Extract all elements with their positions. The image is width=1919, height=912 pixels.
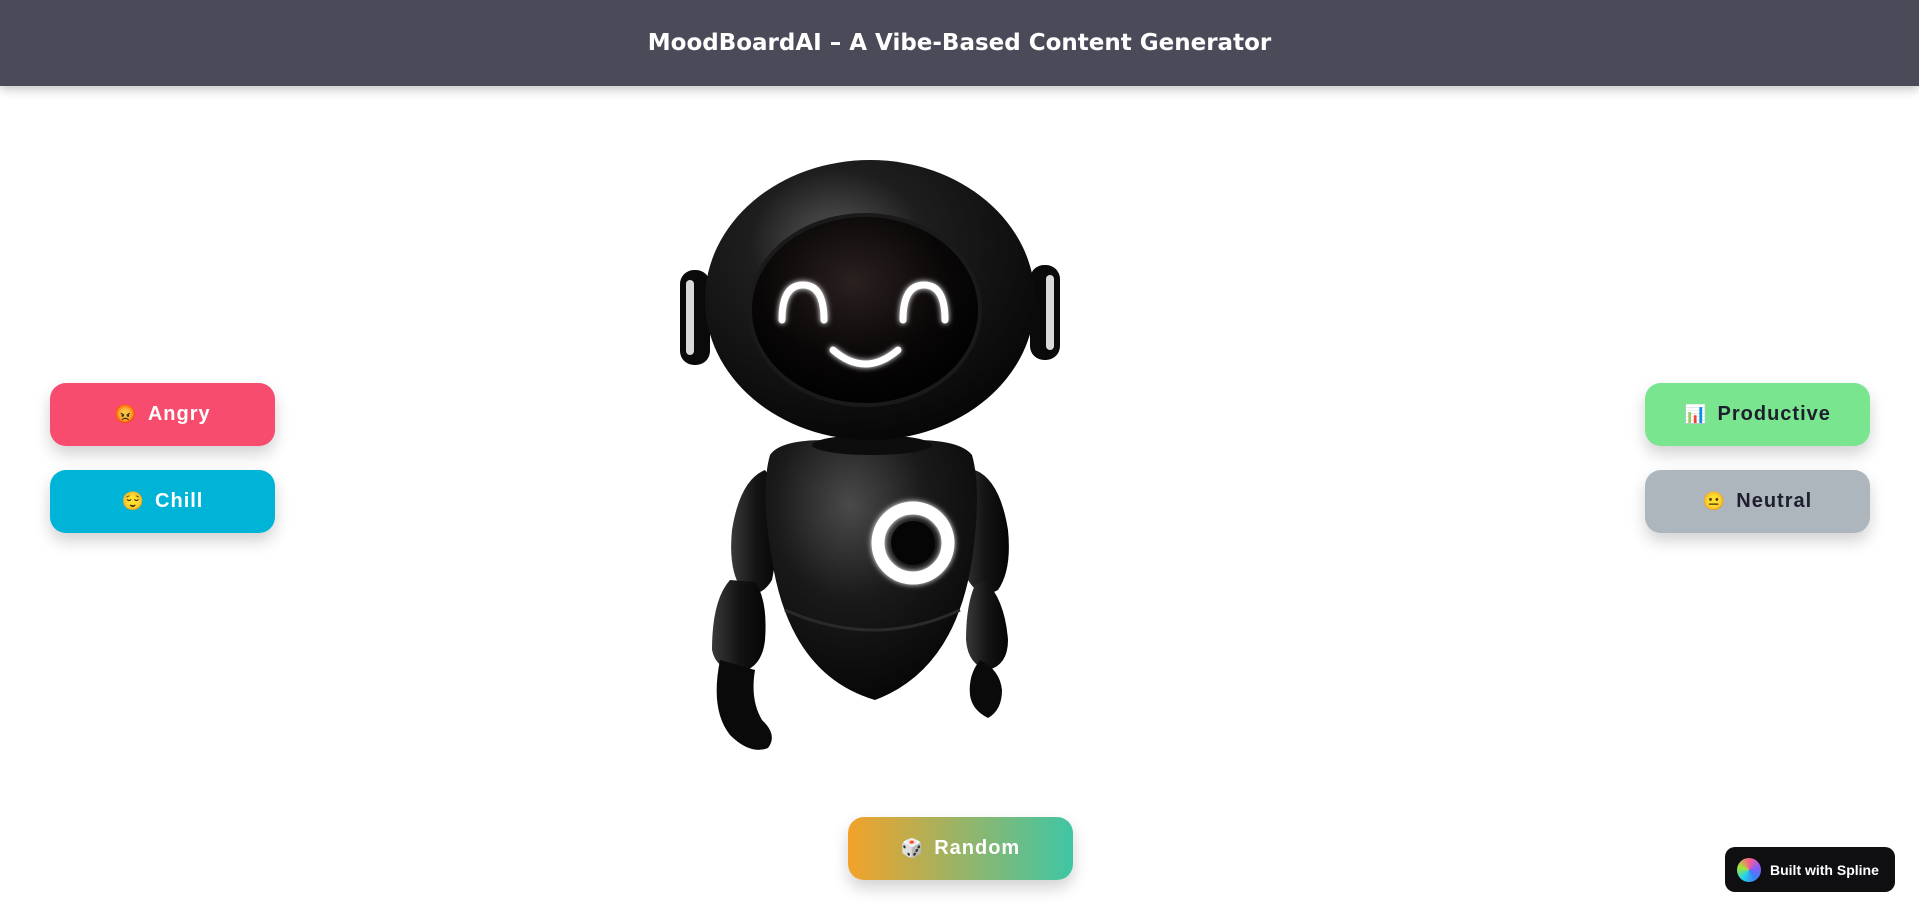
app-header: MoodBoardAI – A Vibe-Based Content Gener… bbox=[0, 0, 1919, 86]
angry-face-icon: 😡 bbox=[114, 404, 138, 424]
page-title: MoodBoardAI – A Vibe-Based Content Gener… bbox=[647, 30, 1272, 56]
chill-label: Chill bbox=[155, 490, 204, 512]
robot-body bbox=[765, 440, 977, 700]
neutral-face-icon: 😐 bbox=[1702, 491, 1727, 511]
robot-3d-scene[interactable] bbox=[650, 150, 1090, 760]
spline-badge-label: Built with Spline bbox=[1770, 861, 1879, 878]
relieved-face-icon: 😌 bbox=[121, 491, 146, 511]
productive-label: Productive bbox=[1717, 403, 1831, 425]
chill-button[interactable]: 😌 Chill bbox=[50, 470, 275, 533]
random-label: Random bbox=[934, 837, 1021, 859]
bar-chart-icon: 📊 bbox=[1684, 404, 1708, 424]
angry-label: Angry bbox=[147, 403, 211, 425]
angry-button[interactable]: 😡 Angry bbox=[50, 383, 275, 446]
spline-logo-icon bbox=[1737, 857, 1761, 882]
productive-button[interactable]: 📊 Productive bbox=[1645, 383, 1870, 446]
neutral-label: Neutral bbox=[1736, 490, 1813, 512]
spline-badge[interactable]: Built with Spline bbox=[1725, 847, 1895, 892]
dice-icon: 🎲 bbox=[900, 838, 925, 858]
random-button[interactable]: 🎲 Random bbox=[848, 817, 1073, 880]
neutral-button[interactable]: 😐 Neutral bbox=[1645, 470, 1870, 533]
